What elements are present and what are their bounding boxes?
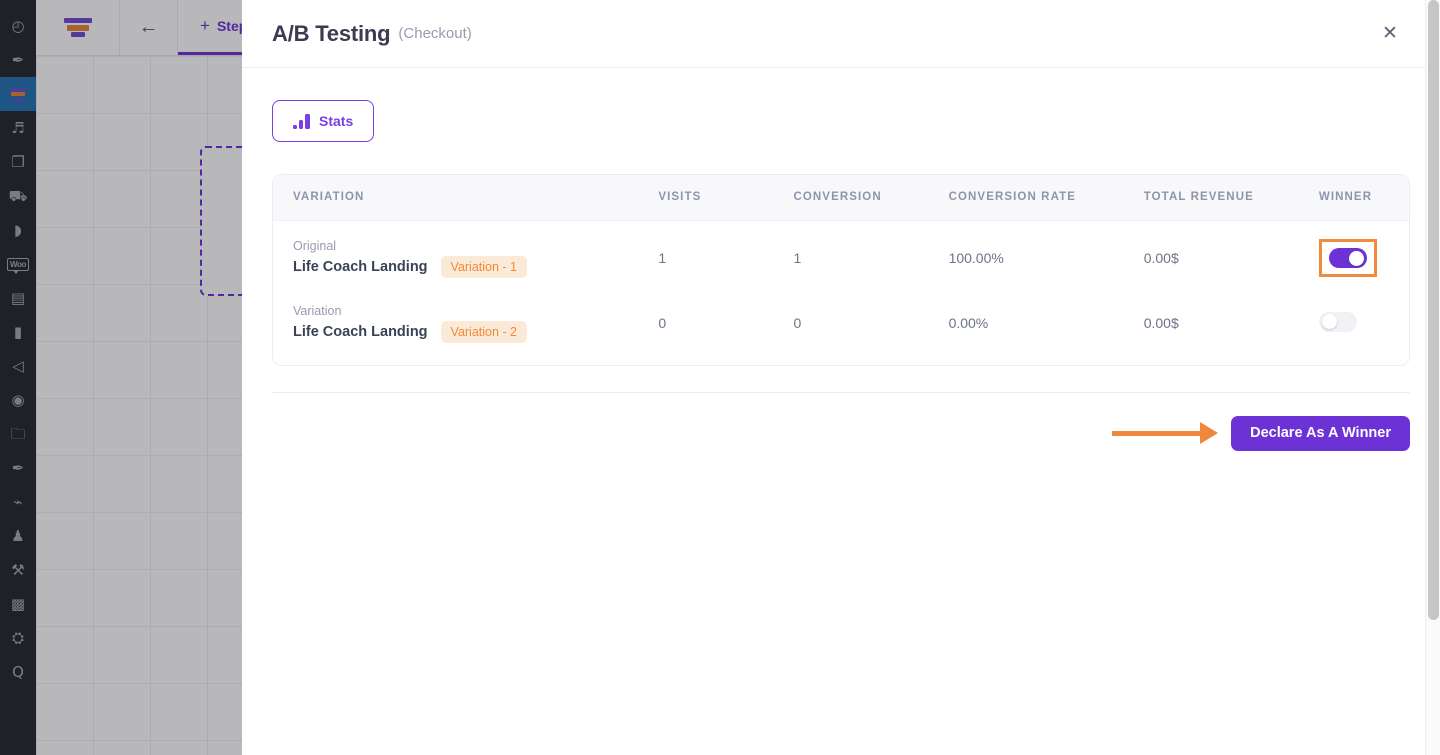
- arrow-head: [1200, 422, 1218, 444]
- winner-toggle[interactable]: [1328, 248, 1367, 268]
- table-header: VARIATION VISITS CONVERSION CONVERSION R…: [273, 175, 1409, 221]
- scrollbar-thumb[interactable]: [1428, 0, 1439, 620]
- modal-body: Stats VARIATION VISITS CONVERSION CONVER…: [242, 68, 1440, 451]
- table-header-row: VARIATION VISITS CONVERSION CONVERSION R…: [273, 175, 1409, 221]
- table-row: Original Life Coach Landing Variation - …: [273, 220, 1409, 290]
- close-icon[interactable]: ✕: [1378, 22, 1402, 46]
- variation-title-row: Life Coach Landing Variation - 2: [293, 320, 658, 343]
- column-header-winner: WINNER: [1318, 175, 1409, 221]
- winner-cell: [1318, 220, 1409, 290]
- conversion-cell: 1: [793, 250, 802, 266]
- modal-header: A/B Testing (Checkout) ✕: [242, 0, 1440, 68]
- column-header-visits: VISITS: [658, 175, 794, 221]
- conversion-cell: 0: [793, 315, 802, 331]
- ab-testing-modal: A/B Testing (Checkout) ✕ Stats VARIATION: [242, 0, 1440, 755]
- page-scrollbar[interactable]: [1425, 0, 1440, 755]
- screen: ◴ ✒ ♬ ❐ ⛟ ◗ Woo ▤ ▮ ◁ ◉ 🗀 ✒ ⌁ ♟ ⚒ ▩ ⛭ Q …: [0, 0, 1440, 755]
- ab-results-table-card: VARIATION VISITS CONVERSION CONVERSION R…: [272, 174, 1410, 366]
- annotation-arrow-icon: [1112, 422, 1218, 444]
- column-header-conversion-rate: CONVERSION RATE: [948, 175, 1144, 221]
- section-divider: [272, 391, 1410, 393]
- column-header-conversion: CONVERSION: [793, 175, 949, 221]
- winner-cell: [1318, 290, 1409, 365]
- column-header-total-revenue: TOTAL REVENUE: [1143, 175, 1319, 221]
- status-badge: Variation - 1: [440, 255, 527, 278]
- ab-results-table: VARIATION VISITS CONVERSION CONVERSION R…: [273, 175, 1409, 365]
- variation-name: Life Coach Landing: [293, 258, 428, 275]
- variation-kind: Variation: [293, 303, 342, 318]
- stats-button-label: Stats: [319, 113, 354, 129]
- declare-winner-button[interactable]: Declare As A Winner: [1231, 415, 1410, 451]
- toggle-knob: [1348, 250, 1364, 266]
- page-subtitle: (Checkout): [398, 25, 472, 42]
- table-body: Original Life Coach Landing Variation - …: [273, 220, 1409, 365]
- conversion-rate-cell: 100.00%: [948, 250, 1004, 266]
- variation-kind: Original: [293, 238, 337, 253]
- winner-toggle[interactable]: [1318, 311, 1357, 332]
- table-row: Variation Life Coach Landing Variation -…: [273, 290, 1409, 365]
- variation-name: Life Coach Landing: [293, 323, 428, 340]
- highlight-box: [1318, 239, 1377, 277]
- total-revenue-cell: 0.00$: [1143, 315, 1179, 331]
- bar-chart-icon: [293, 113, 310, 129]
- variation-cell: Original Life Coach Landing Variation - …: [273, 220, 658, 290]
- toggle-knob: [1321, 314, 1337, 329]
- arrow-shaft: [1112, 430, 1200, 436]
- variation-title-row: Life Coach Landing Variation - 1: [293, 255, 658, 278]
- total-revenue-cell: 0.00$: [1143, 250, 1179, 266]
- visits-cell: 0: [658, 315, 667, 331]
- column-header-variation: VARIATION: [273, 175, 659, 221]
- visits-cell: 1: [658, 250, 667, 266]
- variation-cell: Variation Life Coach Landing Variation -…: [273, 290, 658, 365]
- stats-button[interactable]: Stats: [272, 100, 375, 142]
- conversion-rate-cell: 0.00%: [948, 315, 989, 331]
- status-badge: Variation - 2: [440, 320, 527, 343]
- modal-footer: Declare As A Winner: [272, 415, 1410, 451]
- page-title: A/B Testing: [272, 20, 391, 46]
